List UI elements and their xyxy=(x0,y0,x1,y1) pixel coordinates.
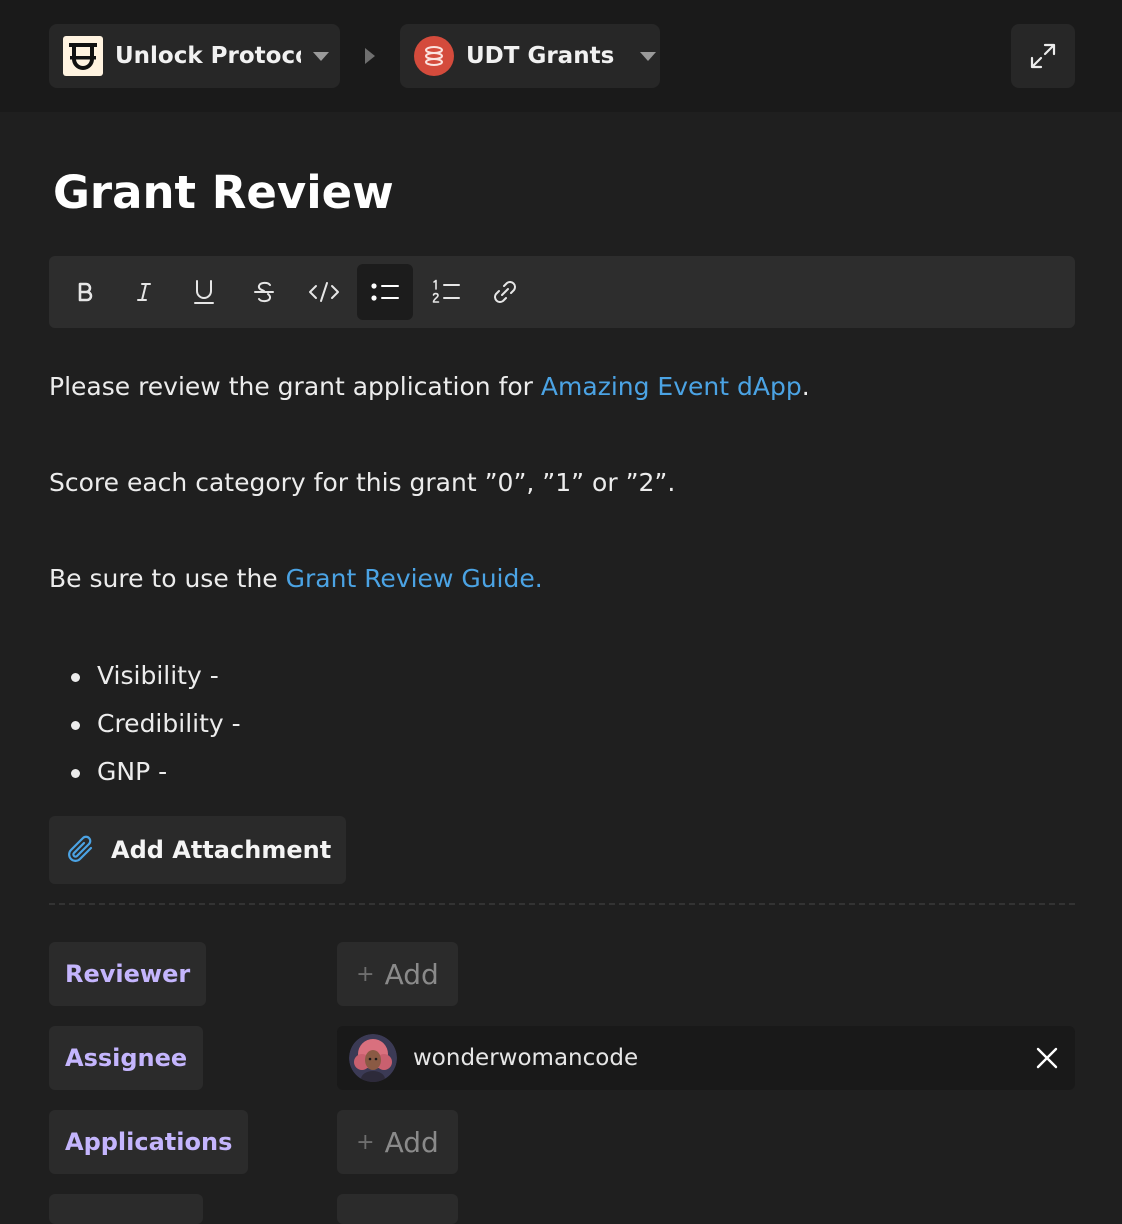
project-name: UDT Grants xyxy=(466,43,615,69)
formatting-toolbar xyxy=(49,256,1075,328)
add-attachment-button[interactable]: Add Attachment xyxy=(49,816,346,884)
avatar xyxy=(349,1034,397,1082)
strikethrough-icon xyxy=(254,281,274,303)
bullet-list-button[interactable] xyxy=(357,264,413,320)
chevron-down-icon xyxy=(640,51,657,61)
paragraph-text: Please review the grant application for xyxy=(49,372,541,401)
expand-button[interactable] xyxy=(1011,24,1075,88)
reviewer-property-label[interactable]: Reviewer xyxy=(49,942,207,1006)
list-item: Credibility - xyxy=(49,700,241,748)
bullet-list-icon xyxy=(371,283,399,301)
underline-button[interactable] xyxy=(176,264,232,320)
code-button[interactable] xyxy=(296,264,352,320)
add-label: Add xyxy=(384,1125,439,1159)
numbered-list-icon xyxy=(432,279,460,303)
assignee-chip[interactable]: wonderwomancode xyxy=(337,1026,1075,1090)
bold-icon xyxy=(78,282,93,302)
strikethrough-button[interactable] xyxy=(236,264,292,320)
list-item: Visibility - xyxy=(49,652,241,700)
application-link[interactable]: Amazing Event dApp xyxy=(541,372,802,401)
applications-property-label[interactable]: Applications xyxy=(49,1110,249,1174)
scoring-instructions: Score each category for this grant ”0”, … xyxy=(49,468,676,497)
add-label: Add xyxy=(384,957,439,991)
bold-button[interactable] xyxy=(57,264,113,320)
italic-icon xyxy=(137,283,151,301)
top-bar: Unlock Protocol UDT Grants xyxy=(0,0,1122,112)
plus-icon: + xyxy=(356,961,375,987)
divider xyxy=(49,903,1075,905)
assignee-property-label[interactable]: Assignee xyxy=(49,1026,204,1090)
paragraph-text: . xyxy=(801,372,810,401)
workspace-selector[interactable]: Unlock Protocol xyxy=(49,24,340,88)
paragraph-text: Be sure to use the xyxy=(49,564,286,593)
paperclip-icon xyxy=(68,835,93,862)
code-icon xyxy=(309,282,339,302)
underline-icon xyxy=(194,280,214,304)
remove-assignee-button[interactable] xyxy=(1019,1030,1075,1086)
list-item: GNP - xyxy=(49,748,241,796)
link-icon xyxy=(494,281,516,303)
chevron-down-icon xyxy=(313,51,329,61)
breadcrumb-arrow-icon xyxy=(365,48,375,64)
next-property-value[interactable] xyxy=(337,1194,458,1224)
page-title: Grant Review xyxy=(53,166,394,219)
unlock-logo-icon xyxy=(63,36,103,76)
project-logo-icon xyxy=(414,36,454,76)
review-guide-link[interactable]: Grant Review Guide. xyxy=(286,564,543,593)
link-button[interactable] xyxy=(477,264,533,320)
plus-icon: + xyxy=(356,1129,375,1155)
next-property-label[interactable] xyxy=(49,1194,203,1224)
workspace-name: Unlock Protocol xyxy=(115,43,301,69)
guide-paragraph: Be sure to use the Grant Review Guide. xyxy=(49,564,543,593)
project-selector[interactable]: UDT Grants xyxy=(400,24,660,88)
assignee-name: wonderwomancode xyxy=(413,1045,639,1071)
expand-icon xyxy=(1030,43,1056,69)
numbered-list-button[interactable] xyxy=(418,264,474,320)
add-application-button[interactable]: + Add xyxy=(337,1110,458,1174)
category-list: Visibility - Credibility - GNP - xyxy=(49,652,241,796)
add-attachment-label: Add Attachment xyxy=(111,836,332,864)
add-reviewer-button[interactable]: + Add xyxy=(337,942,458,1006)
description-paragraph: Please review the grant application for … xyxy=(49,372,810,401)
italic-button[interactable] xyxy=(116,264,172,320)
close-icon xyxy=(1036,1047,1058,1069)
